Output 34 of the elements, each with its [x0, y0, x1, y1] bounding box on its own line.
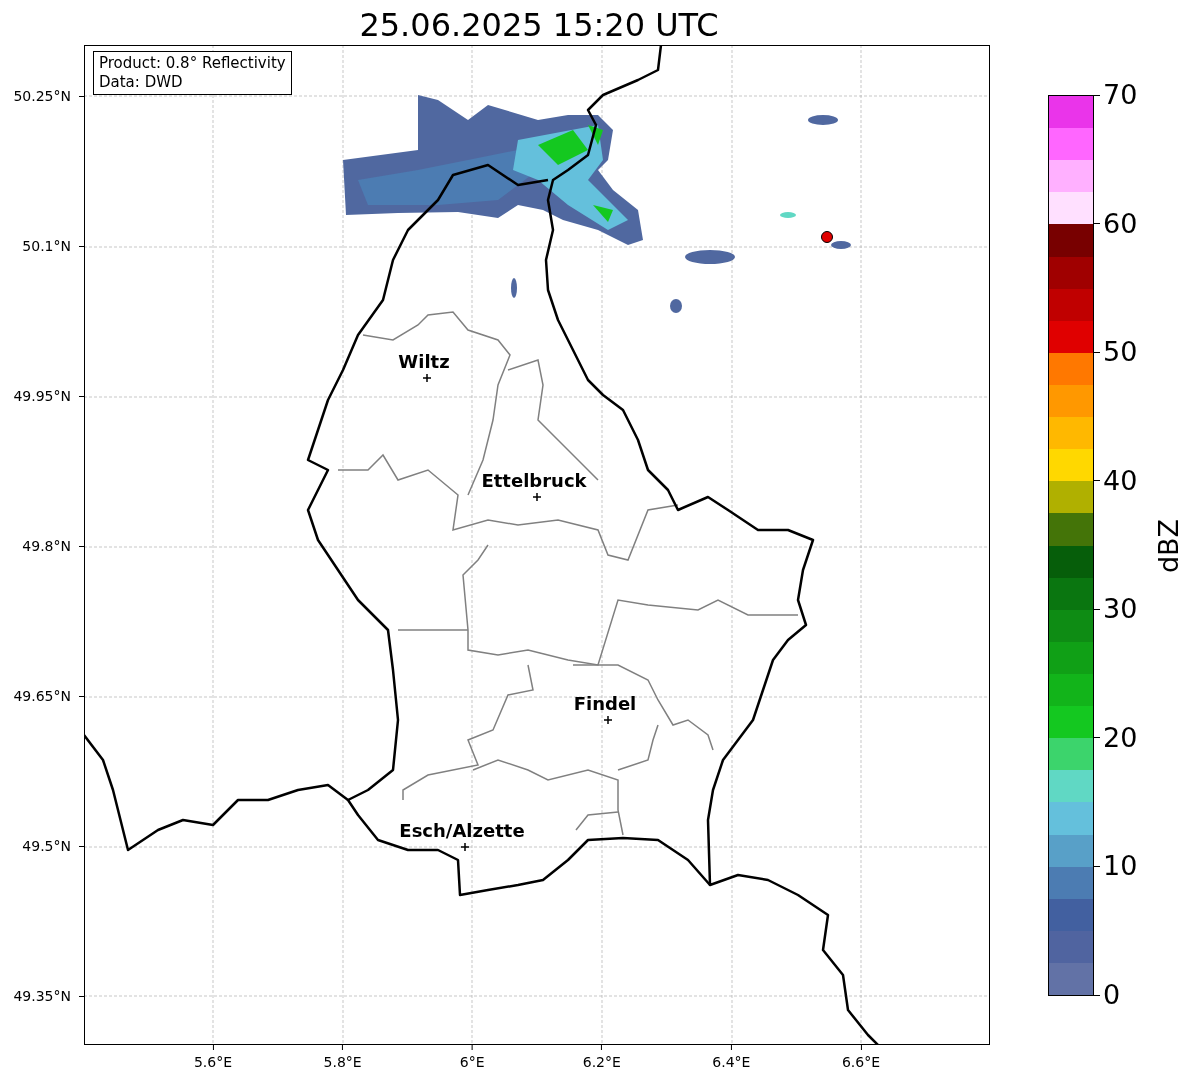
scale-tick-label: 70: [1103, 80, 1138, 110]
radar-site-marker: [821, 231, 833, 243]
scale-tick-label: 10: [1103, 851, 1138, 882]
city-marker-icon: [532, 492, 542, 502]
latitude-label: 50.25°N: [13, 87, 71, 105]
scale-unit-label: dBZ: [1154, 518, 1184, 573]
latitude-label: 49.95°N: [13, 387, 71, 405]
scale-tick-label: 0: [1103, 980, 1121, 1010]
longitude-label: 6°E: [459, 1053, 485, 1071]
city-label: Findel: [573, 694, 637, 714]
longitude-label: 5.6°E: [193, 1053, 233, 1071]
longitude-label: 6.4°E: [712, 1053, 751, 1071]
longitude-label: 6.6°E: [841, 1053, 881, 1071]
latitude-label: 50.1°N: [22, 237, 71, 255]
scale-tick-label: 60: [1103, 208, 1138, 239]
chart-title: 25.06.2025 15:20 UTC: [359, 5, 719, 45]
scale-tick-label: 40: [1103, 465, 1138, 496]
info-text: Product: 0.8° Reflectivity: [99, 54, 286, 73]
info-text: Data: DWD: [99, 73, 184, 92]
city-label: Ettelbruck: [481, 471, 587, 491]
latitude-label: 49.35°N: [13, 987, 71, 1005]
city-label: Wiltz: [398, 352, 450, 372]
longitude-label: 5.8°E: [323, 1053, 362, 1071]
city-marker-icon: [422, 373, 432, 383]
city-label: Esch/Alzette: [399, 821, 525, 841]
city-marker-icon: [460, 842, 470, 852]
scale-tick-label: 30: [1103, 594, 1138, 625]
latitude-label: 49.8°N: [22, 537, 71, 555]
scale-tick-label: 20: [1103, 722, 1138, 753]
scale-tick-label: 50: [1103, 337, 1138, 368]
latitude-label: 49.5°N: [22, 837, 71, 855]
latitude-label: 49.65°N: [13, 687, 71, 705]
city-marker-icon: [603, 715, 613, 725]
longitude-label: 6.2°E: [582, 1053, 621, 1071]
